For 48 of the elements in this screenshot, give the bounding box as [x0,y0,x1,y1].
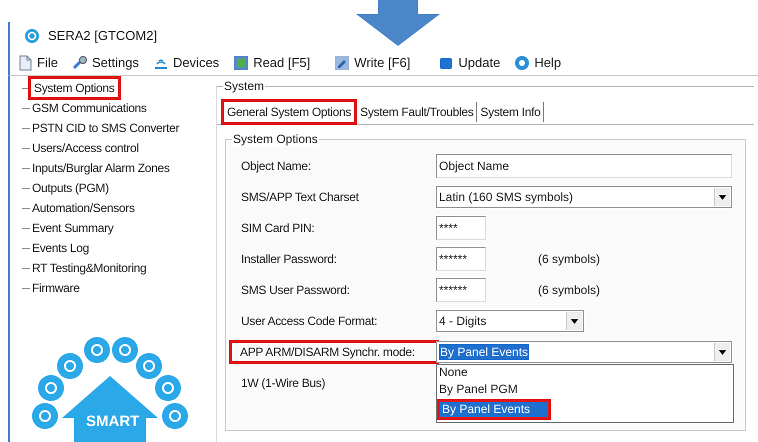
menu-item[interactable]: File [16,54,59,70]
menu-item[interactable]: Update [437,54,502,70]
field-label: SMS User Password: [240,282,351,298]
group-title: System Options [232,131,319,147]
tree-item[interactable]: RT Testing&Monitoring [31,260,148,276]
tree-item[interactable]: System Options [28,76,120,100]
menu-item[interactable]: Read [F5] [232,54,312,70]
pencil-icon [334,54,350,70]
dropdown-option[interactable]: By Panel Events [437,399,551,420]
lifebuoy-icon [514,54,530,70]
wrench-icon [72,54,88,70]
tab[interactable]: System Fault/Troubles [357,102,478,122]
field-label: Installer Password: [240,250,338,266]
tree-item[interactable]: GSM Communications [31,100,148,116]
field-label: SIM Card PIN: [240,220,316,236]
down-arrow-icon [356,0,440,46]
tree-item[interactable]: Users/Access control [31,140,140,156]
dropdown[interactable]: Latin (160 SMS symbols) [436,186,732,208]
app-logo-icon [24,28,40,44]
password-field[interactable]: ****** [436,278,486,302]
tree-item[interactable]: Inputs/Burglar Alarm Zones [31,160,171,176]
field-label: SMS/APP Text Charset [240,188,360,204]
password-field[interactable]: ****** [436,246,486,270]
dropdown[interactable]: 4 - Digits [436,310,584,332]
field-label: 1W (1-Wire Bus) [240,374,326,390]
password-field[interactable]: **** [436,216,486,240]
hint-text: (6 symbols) [538,282,600,298]
text-field[interactable]: Object Name [436,154,732,178]
tab[interactable]: General System Options [221,99,358,125]
hint-text: (6 symbols) [538,250,600,266]
tree-item[interactable]: PSTN CID to SMS Converter [31,120,180,136]
tab[interactable]: System Info [477,102,544,122]
menu-item[interactable]: Help [513,54,562,70]
menu-item[interactable]: Write [F6] [333,54,412,70]
dropdown[interactable]: By Panel Events [436,340,732,362]
tree-item[interactable]: Automation/Sensors [31,200,136,216]
field-label: APP ARM/DISARM Synchr. mode: [229,340,439,364]
field-label: Object Name: [240,158,312,174]
window-title: SERA2 [GTCOM2] [48,27,158,46]
tree-item[interactable]: Firmware [31,280,81,296]
tree-item[interactable]: Events Log [31,240,90,256]
field-label: User Access Code Format: [240,312,378,328]
document-icon [17,54,33,70]
logo-text: SMART [86,414,140,430]
menu-item[interactable]: Settings [70,54,140,70]
menu-item[interactable]: Devices [152,54,220,70]
tree-item[interactable]: Event Summary [31,220,114,236]
tree-item[interactable]: Outputs (PGM) [31,180,110,196]
